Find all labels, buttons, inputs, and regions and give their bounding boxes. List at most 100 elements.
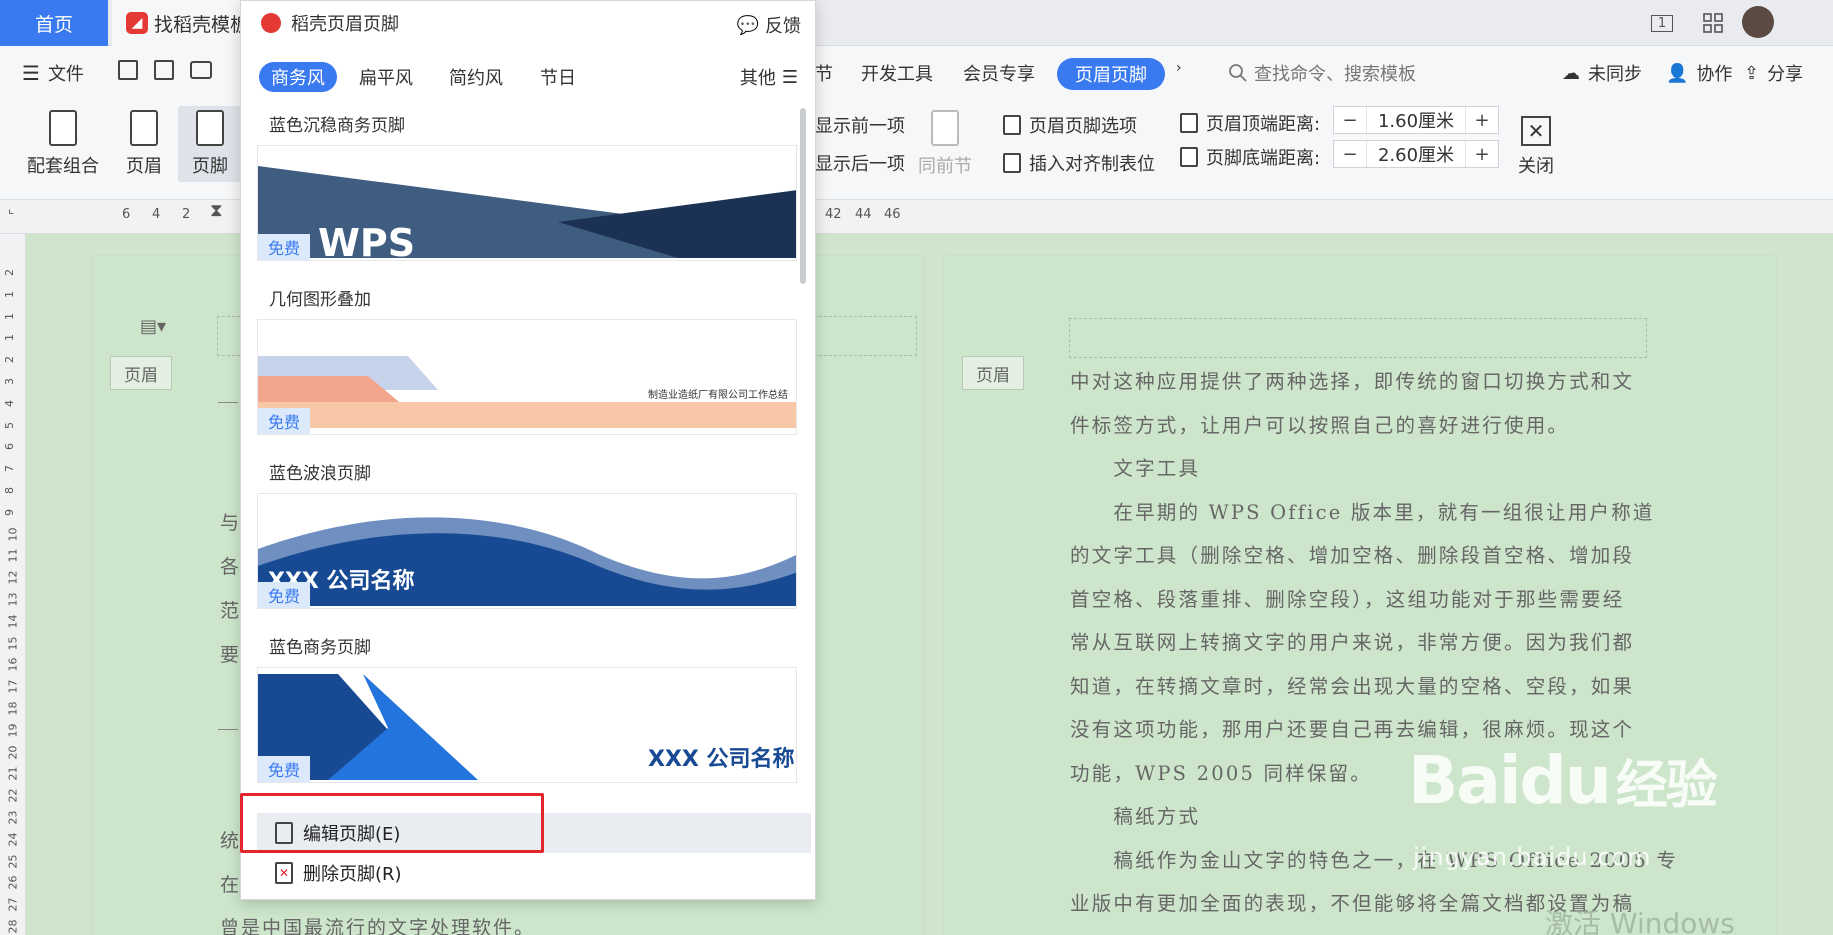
document-body-text[interactable]: 中对这种应用提供了两种选择，即传统的窗口切换方式和文 件标签方式，让用户可以按照自… [1070, 360, 1676, 926]
close-button[interactable]: ✕ 关闭 [1496, 106, 1576, 182]
tab-template[interactable]: ◢ 找稻壳模板 [112, 0, 242, 46]
ruler-tick: 4 [3, 399, 16, 407]
vertical-ruler[interactable]: 2 1 1 1 2 3 4 5 6 7 8 9 10 11 12 13 14 15 16 17 18 19 20 21 22 23… [0, 234, 26, 935]
ruler-tick: 6 [3, 443, 16, 451]
template-thumbnail: XXX 公司名称 [258, 517, 796, 606]
document-line: 件标签方式，让用户可以按照自己的喜好进行使用。 [1070, 413, 1570, 437]
document-line: 首空格、段落重排、删除空段），这组功能对于那些需要经 [1070, 587, 1625, 611]
template-card[interactable]: WPS 免费 [257, 145, 797, 261]
share-button[interactable]: ⇪ 分享 [1744, 60, 1803, 86]
same-section-button[interactable]: 同前节 [905, 106, 985, 182]
ruler-tick: 1 [3, 334, 16, 342]
rule-line [218, 402, 238, 403]
template-title: 蓝色商务页脚 [269, 638, 371, 658]
text-fragment: 与 [220, 512, 240, 534]
footer-bottom-value[interactable]: 2.60厘米 [1366, 141, 1466, 167]
feedback-button[interactable]: 💬 反馈 [737, 12, 801, 38]
collab-button[interactable]: 👤 协作 [1666, 60, 1732, 86]
chat-bubble-icon: 💬 [736, 14, 759, 36]
template-caption: 制造业造纸厂有限公司工作总结 [648, 388, 788, 401]
docer-logo-icon: ◢ [126, 12, 148, 34]
ruler-tick: 24 [6, 832, 20, 847]
ruler-tick: 6 [122, 207, 131, 222]
grid-view-icon[interactable] [1698, 8, 1728, 38]
close-icon: ✕ [1521, 116, 1551, 146]
ruler-tick: 44 [855, 207, 872, 222]
list-icon: ☰ [781, 66, 799, 88]
ruler-tick: 28 [6, 919, 20, 934]
tab-selector-icon[interactable]: ⌞ [8, 202, 14, 217]
rule-line [218, 729, 238, 730]
text-fragment: 范 [220, 600, 240, 622]
footer-bottom-stepper[interactable]: − 2.60厘米 + [1333, 140, 1499, 168]
avatar[interactable] [1742, 6, 1774, 38]
menu-header-footer[interactable]: 页眉页脚 [1057, 58, 1165, 90]
ruler-tick: 2 [182, 207, 191, 222]
decrease-icon[interactable]: − [1334, 141, 1366, 167]
more-menu-icon[interactable]: › [1176, 60, 1182, 76]
hf-options-button[interactable]: 页眉页脚选项 [1003, 112, 1137, 138]
header-area[interactable] [1069, 318, 1647, 358]
export-icon[interactable] [154, 60, 174, 80]
page-icon[interactable]: ▤▾ [140, 316, 166, 337]
page-counter[interactable]: 1 [1642, 8, 1682, 38]
panel-header: 稻壳页眉页脚 💬 反馈 [241, 1, 817, 45]
tab-simple[interactable]: 简约风 [437, 62, 515, 92]
text-fragment: 曾是中国最流行的文字处理软件。 [220, 917, 536, 935]
panel-scrollbar[interactable] [800, 108, 806, 284]
free-badge: 免费 [258, 408, 310, 434]
print-icon[interactable] [190, 61, 212, 79]
ruler-tick: 17 [6, 679, 20, 694]
other-menu[interactable]: 其他 ☰ [729, 62, 809, 92]
increase-icon[interactable]: + [1466, 141, 1498, 167]
quick-access-toolbar [118, 60, 212, 80]
ruler-tick: 4 [152, 207, 161, 222]
cloud-icon: ☁ [1562, 62, 1580, 84]
options-icon [1003, 115, 1021, 135]
show-next-button[interactable]: 显示后一项 [815, 150, 905, 176]
indent-marker-icon[interactable]: ⧗ [210, 200, 223, 221]
increase-icon[interactable]: + [1466, 107, 1498, 133]
insert-tab-button[interactable]: 插入对齐制表位 [1003, 150, 1155, 176]
document-line: 知道，在转摘文章时，经常会出现大量的空格、空段，如果 [1070, 674, 1635, 698]
combo-button[interactable]: 配套组合 [18, 106, 108, 182]
document-line: 中对这种应用提供了两种选择，即传统的窗口切换方式和文 [1070, 370, 1635, 393]
tab-home[interactable]: 首页 [0, 0, 108, 46]
ruler-tick: 3 [3, 378, 16, 385]
tab-flat[interactable]: 扁平风 [347, 62, 425, 92]
header-top-stepper[interactable]: − 1.60厘米 + [1333, 106, 1499, 134]
file-menu[interactable]: ☰ 文件 [22, 60, 84, 86]
header-top-value[interactable]: 1.60厘米 [1366, 107, 1466, 133]
delete-footer-button[interactable]: ✕ 删除页脚(R) [257, 853, 811, 893]
highlight-box [240, 793, 544, 853]
template-card[interactable]: 制造业造纸厂有限公司工作总结 免费 [257, 319, 797, 435]
show-prev-button[interactable]: 显示前一项 [815, 112, 905, 138]
template-card[interactable]: XXX 公司名称 免费 [257, 667, 797, 783]
search-box[interactable]: 查找命令、搜索模板 [1228, 60, 1416, 86]
menu-section[interactable]: 节 [815, 60, 833, 86]
footer-distance-icon [1180, 147, 1198, 167]
tab-business[interactable]: 商务风 [259, 62, 337, 92]
ruler-tick: 46 [884, 207, 901, 222]
user-add-icon: 👤 [1666, 62, 1689, 84]
sync-status[interactable]: ☁ 未同步 [1562, 60, 1642, 86]
ruler-tick: 16 [6, 657, 20, 672]
ruler-tick: 27 [6, 897, 20, 912]
save-icon[interactable] [118, 60, 138, 80]
document-line: 文字工具 [1070, 457, 1201, 480]
menu-member[interactable]: 会员专享 [963, 60, 1035, 86]
footer-icon [196, 110, 224, 146]
template-card[interactable]: XXX 公司名称 免费 [257, 493, 797, 609]
search-icon [1229, 64, 1247, 82]
ruler-tick: 11 [6, 548, 20, 563]
header-button[interactable]: 页眉 [108, 106, 180, 182]
template-title: 蓝色波浪页脚 [269, 464, 371, 484]
free-badge: 免费 [258, 234, 310, 260]
footer-button[interactable]: 页脚 [178, 106, 242, 182]
ruler-tick: 2 [3, 356, 16, 364]
decrease-icon[interactable]: − [1334, 107, 1366, 133]
document-line: 常从互联网上转摘文字的用户来说，非常方便。因为我们都 [1070, 631, 1635, 654]
text-fragment: 在 [220, 874, 240, 896]
tab-festival[interactable]: 节日 [523, 62, 593, 92]
menu-dev-tools[interactable]: 开发工具 [861, 60, 933, 86]
